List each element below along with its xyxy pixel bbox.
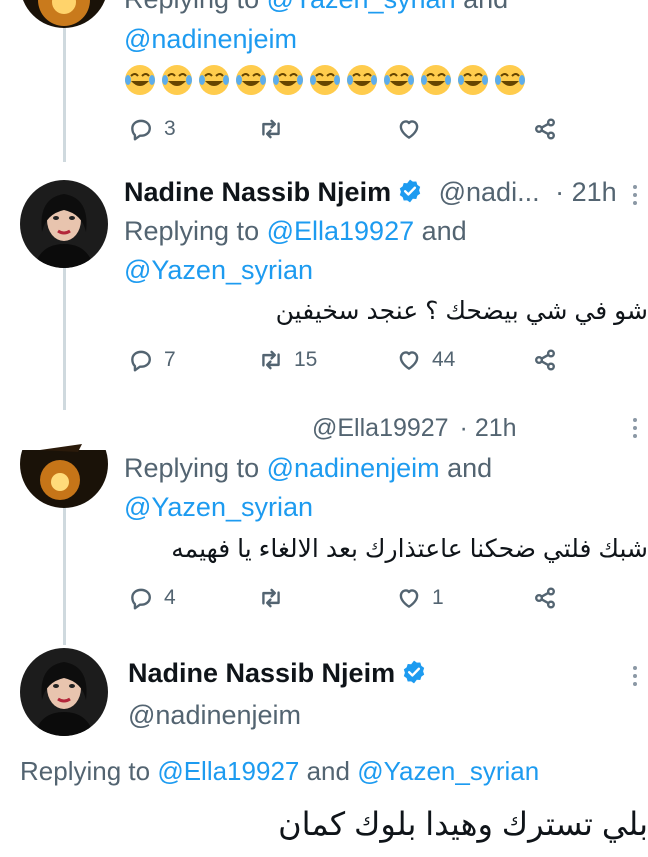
like-icon: [399, 589, 419, 608]
reply-and: and: [299, 756, 358, 786]
tweet-header: Nadine Nassib Njeim: [128, 656, 427, 690]
mention-link[interactable]: @Yazen_syrian: [124, 490, 313, 524]
reply-count: 3: [164, 117, 176, 140]
verified-badge-icon: [399, 179, 421, 203]
like-button[interactable]: 44: [396, 345, 455, 375]
like-button[interactable]: [396, 114, 432, 144]
tears-of-joy-emoji: [162, 65, 192, 95]
like-count: 44: [432, 348, 456, 371]
more-icon[interactable]: [632, 418, 638, 442]
mention-link[interactable]: @Yazen_syrian: [357, 756, 539, 786]
like-button[interactable]: 1: [396, 583, 444, 613]
thread-line: [63, 268, 66, 410]
reply-context: Replying to @Ella19927 and: [124, 214, 467, 248]
reply-icon: [131, 350, 151, 372]
timestamp[interactable]: · 21h: [460, 414, 517, 442]
tweet-text: شو في شي بيضحك ؟ عنجد سخيفين: [275, 297, 648, 325]
reply-count: 7: [164, 348, 176, 371]
reply-and: and: [439, 453, 493, 483]
display-name[interactable]: Nadine Nassib Njeim: [128, 658, 395, 688]
share-icon: [535, 587, 555, 609]
reply-button[interactable]: 3: [128, 114, 176, 144]
mention-link[interactable]: @nadinenjeim: [124, 22, 297, 56]
mention-link[interactable]: @nadinenjeim: [267, 453, 440, 483]
tweet-header: @Ella19927 · 21h: [312, 411, 517, 445]
verified-badge-icon: [403, 660, 425, 684]
reply-icon: [131, 588, 151, 610]
reply-icon: [131, 119, 151, 141]
retweet-button[interactable]: [258, 583, 294, 613]
retweet-button[interactable]: 15: [258, 345, 317, 375]
reply-context: Replying to @Yazen_syrian and: [124, 0, 508, 16]
reply-button[interactable]: 4: [128, 583, 176, 613]
tears-of-joy-emoji: [421, 65, 451, 95]
avatar[interactable]: [20, 648, 108, 736]
mention-link[interactable]: @Ella19927: [267, 216, 415, 246]
share-button[interactable]: [532, 345, 558, 375]
reply-context: Replying to @Ella19927 and @Yazen_syrian: [20, 754, 539, 788]
handle[interactable]: @Ella19927: [312, 414, 449, 442]
tears-of-joy-emoji: [347, 65, 377, 95]
share-icon: [535, 118, 555, 140]
tears-of-joy-emoji: [310, 65, 340, 95]
reply-prefix: Replying to: [124, 0, 267, 14]
more-icon[interactable]: [632, 666, 638, 690]
retweet-icon: [262, 119, 280, 139]
like-icon: [399, 351, 419, 370]
mention-link[interactable]: @Ella19927: [157, 756, 299, 786]
tears-of-joy-emoji: [458, 65, 488, 95]
reply-context: Replying to @nadinenjeim and: [124, 451, 492, 485]
tweet-header: Nadine Nassib Njeim @nadi... · 21h: [124, 175, 617, 209]
timestamp[interactable]: · 21h: [555, 177, 617, 207]
like-count: 1: [432, 586, 444, 609]
share-icon: [535, 349, 555, 371]
avatar[interactable]: [20, 0, 108, 28]
reply-prefix: Replying to: [20, 756, 158, 786]
tears-of-joy-emoji: [199, 65, 229, 95]
tears-of-joy-emoji: [236, 65, 266, 95]
retweet-button[interactable]: [258, 114, 294, 144]
reply-button[interactable]: 7: [128, 345, 176, 375]
tears-of-joy-emoji: [495, 65, 525, 95]
mention-link[interactable]: @Yazen_syrian: [124, 253, 313, 287]
share-button[interactable]: [532, 583, 558, 613]
reply-count: 4: [164, 586, 176, 609]
reply-and: and: [414, 216, 467, 246]
tears-of-joy-emoji: [273, 65, 303, 95]
thread-line: [63, 500, 66, 645]
action-bar: 4 1: [128, 583, 568, 613]
reply-prefix: Replying to: [124, 216, 267, 246]
tears-of-joy-emoji: [384, 65, 414, 95]
display-name[interactable]: Nadine Nassib Njeim: [124, 177, 391, 207]
tweet-text-emoji: [124, 64, 526, 96]
share-button[interactable]: [532, 114, 558, 144]
like-icon: [399, 120, 419, 139]
more-icon[interactable]: [632, 185, 638, 209]
action-bar: 7 15 44: [128, 345, 568, 375]
handle[interactable]: @nadinenjeim: [128, 698, 301, 732]
reply-and: and: [456, 0, 508, 14]
avatar[interactable]: [20, 420, 108, 508]
retweet-icon: [262, 350, 280, 370]
tweet-text: شبك فلتي ضحكنا عاعتذارك بعد الالغاء يا ف…: [171, 535, 648, 563]
tears-of-joy-emoji: [125, 65, 155, 95]
retweet-count: 15: [294, 348, 318, 371]
tweet-text: بلي تسترك وهيدا بلوك كمان: [278, 806, 648, 842]
handle[interactable]: @nadi...: [439, 177, 540, 207]
retweet-icon: [262, 588, 280, 608]
reply-prefix: Replying to: [124, 453, 267, 483]
avatar[interactable]: [20, 180, 108, 268]
mention-link[interactable]: @Yazen_syrian: [267, 0, 456, 14]
action-bar: 3: [128, 114, 568, 144]
